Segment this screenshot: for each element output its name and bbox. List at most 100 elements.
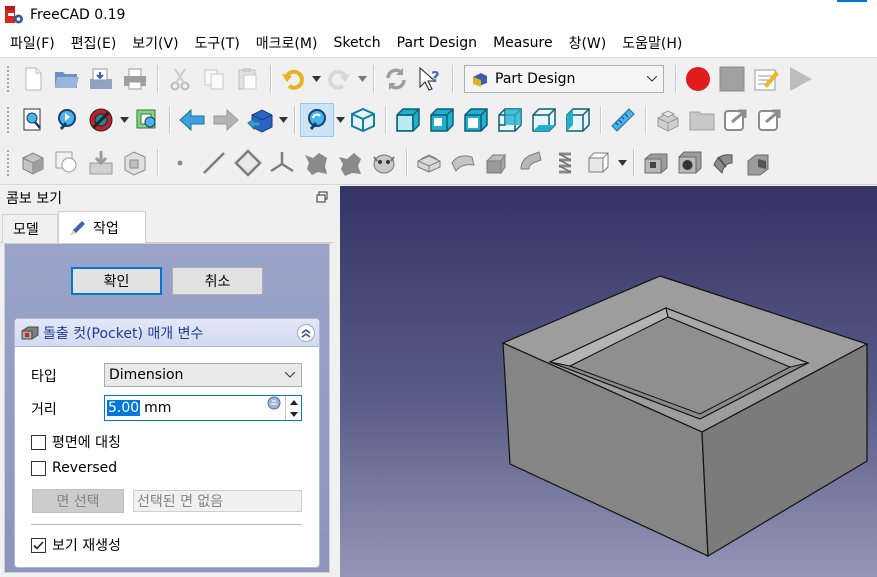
refresh-icon[interactable] — [379, 62, 413, 96]
menu-measure[interactable]: Measure — [488, 35, 558, 51]
expression-icon[interactable] — [267, 396, 281, 410]
undo-dropdown[interactable] — [310, 62, 322, 96]
view-zoom-dropdown[interactable] — [334, 103, 346, 137]
groove-icon[interactable] — [707, 146, 741, 180]
toolbar-grip[interactable] — [6, 148, 10, 177]
body-icon[interactable] — [16, 146, 50, 180]
datum-point-icon[interactable] — [163, 146, 197, 180]
sub-shape-binder-icon[interactable] — [118, 146, 152, 180]
tab-task[interactable]: 작업 — [58, 211, 146, 244]
draw-style-icon[interactable] — [84, 103, 118, 137]
view-right-icon[interactable] — [459, 103, 493, 137]
fit-selection-icon[interactable] — [50, 103, 84, 137]
copy-icon[interactable] — [197, 62, 231, 96]
datum-line-icon[interactable] — [197, 146, 231, 180]
create-group-icon[interactable] — [685, 103, 719, 137]
draw-style-dropdown[interactable] — [118, 103, 130, 137]
hole-icon[interactable] — [673, 146, 707, 180]
view-isometric-icon[interactable] — [346, 103, 380, 137]
cancel-button[interactable]: 취소 — [172, 267, 263, 295]
view-zoom-icon[interactable] — [300, 103, 334, 137]
back-icon[interactable] — [175, 103, 209, 137]
reversed-option[interactable]: Reversed — [31, 460, 117, 476]
measure-distance-icon[interactable] — [606, 103, 640, 137]
float-panel-icon[interactable] — [316, 191, 328, 203]
ok-button[interactable]: 확인 — [71, 267, 162, 295]
link-actions-icon[interactable] — [753, 103, 787, 137]
open-folder-icon[interactable] — [50, 62, 84, 96]
std-views-dropdown[interactable] — [277, 103, 289, 137]
spin-up-icon[interactable] — [286, 396, 301, 408]
symmetric-checkbox[interactable] — [31, 434, 46, 450]
datum-plane-icon[interactable] — [231, 146, 265, 180]
toolbar-grip[interactable] — [6, 64, 10, 93]
menu-sketch[interactable]: Sketch — [328, 35, 385, 51]
link-icon[interactable] — [719, 103, 753, 137]
forward-icon[interactable] — [209, 103, 243, 137]
pad-icon[interactable] — [412, 146, 446, 180]
symmetric-option[interactable]: 평면에 대칭 — [31, 432, 121, 452]
whats-this-icon[interactable]: ? — [413, 62, 447, 96]
redo-dropdown[interactable] — [356, 62, 368, 96]
additive-pipe-icon[interactable] — [514, 146, 548, 180]
fit-all-icon[interactable] — [16, 103, 50, 137]
menu-part-design[interactable]: Part Design — [392, 35, 482, 51]
clone-icon[interactable] — [50, 146, 84, 180]
select-face-button[interactable]: 면 선택 — [32, 489, 124, 513]
additive-primitive-dropdown[interactable] — [616, 146, 628, 180]
menu-view[interactable]: 보기(V) — [127, 33, 183, 53]
pocketed-box-model[interactable] — [340, 186, 877, 577]
shape-binder-icon[interactable] — [299, 146, 333, 180]
spin-down-icon[interactable] — [286, 408, 301, 420]
distance-spinner[interactable] — [285, 396, 301, 420]
view-left-icon[interactable] — [561, 103, 595, 137]
edit-macro-icon[interactable] — [749, 62, 783, 96]
pocket-parameters-header[interactable]: 돌출 컷(Pocket) 매개 변수 — [15, 319, 319, 347]
additive-helix-icon[interactable] — [548, 146, 582, 180]
import-icon[interactable] — [84, 146, 118, 180]
3d-viewport[interactable] — [340, 186, 877, 577]
toolbar-grip[interactable] — [6, 106, 10, 134]
create-part-icon[interactable] — [651, 103, 685, 137]
stop-macro-icon[interactable] — [715, 62, 749, 96]
view-top-icon[interactable] — [425, 103, 459, 137]
menu-macro[interactable]: 매크로(M) — [251, 33, 323, 53]
additive-loft-icon[interactable] — [480, 146, 514, 180]
menu-edit[interactable]: 편집(E) — [66, 33, 122, 53]
distance-input[interactable]: 5.00 mm — [104, 395, 302, 421]
pocket-icon[interactable] — [639, 146, 673, 180]
subtractive-loft-icon[interactable] — [741, 146, 775, 180]
tab-model[interactable]: 모델 — [2, 214, 58, 243]
run-macro-icon[interactable] — [783, 62, 817, 96]
local-cs-icon[interactable] — [265, 146, 299, 180]
save-icon[interactable] — [84, 62, 118, 96]
menu-help[interactable]: 도움말(H) — [617, 33, 687, 53]
view-front-icon[interactable] — [391, 103, 425, 137]
refresh-view-option[interactable]: 보기 재생성 — [31, 535, 121, 555]
print-icon[interactable] — [118, 62, 152, 96]
additive-primitive-icon[interactable] — [582, 146, 616, 180]
undo-icon[interactable] — [276, 62, 310, 96]
reversed-checkbox[interactable] — [31, 460, 46, 476]
record-macro-icon[interactable] — [681, 62, 715, 96]
sync-view-icon[interactable] — [130, 103, 164, 137]
cut-icon[interactable] — [163, 62, 197, 96]
workbench-select[interactable]: Part Design — [464, 64, 664, 93]
menu-file[interactable]: 파일(F) — [5, 33, 60, 53]
sub-binder-icon[interactable] — [333, 146, 367, 180]
revolve-icon[interactable] — [446, 146, 480, 180]
view-bottom-icon[interactable] — [527, 103, 561, 137]
new-document-icon[interactable] — [16, 62, 50, 96]
type-select[interactable]: Dimension — [104, 363, 302, 387]
reversed-label: Reversed — [52, 460, 118, 476]
menu-tools[interactable]: 도구(T) — [190, 33, 245, 53]
std-views-icon[interactable] — [243, 103, 277, 137]
redo-icon[interactable] — [322, 62, 356, 96]
refresh-view-checkbox[interactable] — [31, 537, 46, 553]
paste-icon[interactable] — [231, 62, 265, 96]
clone-shape-icon[interactable] — [367, 146, 401, 180]
menu-window[interactable]: 창(W) — [564, 33, 612, 53]
collapse-icon[interactable] — [297, 324, 315, 342]
view-rear-icon[interactable] — [493, 103, 527, 137]
svg-text:?: ? — [431, 68, 440, 86]
